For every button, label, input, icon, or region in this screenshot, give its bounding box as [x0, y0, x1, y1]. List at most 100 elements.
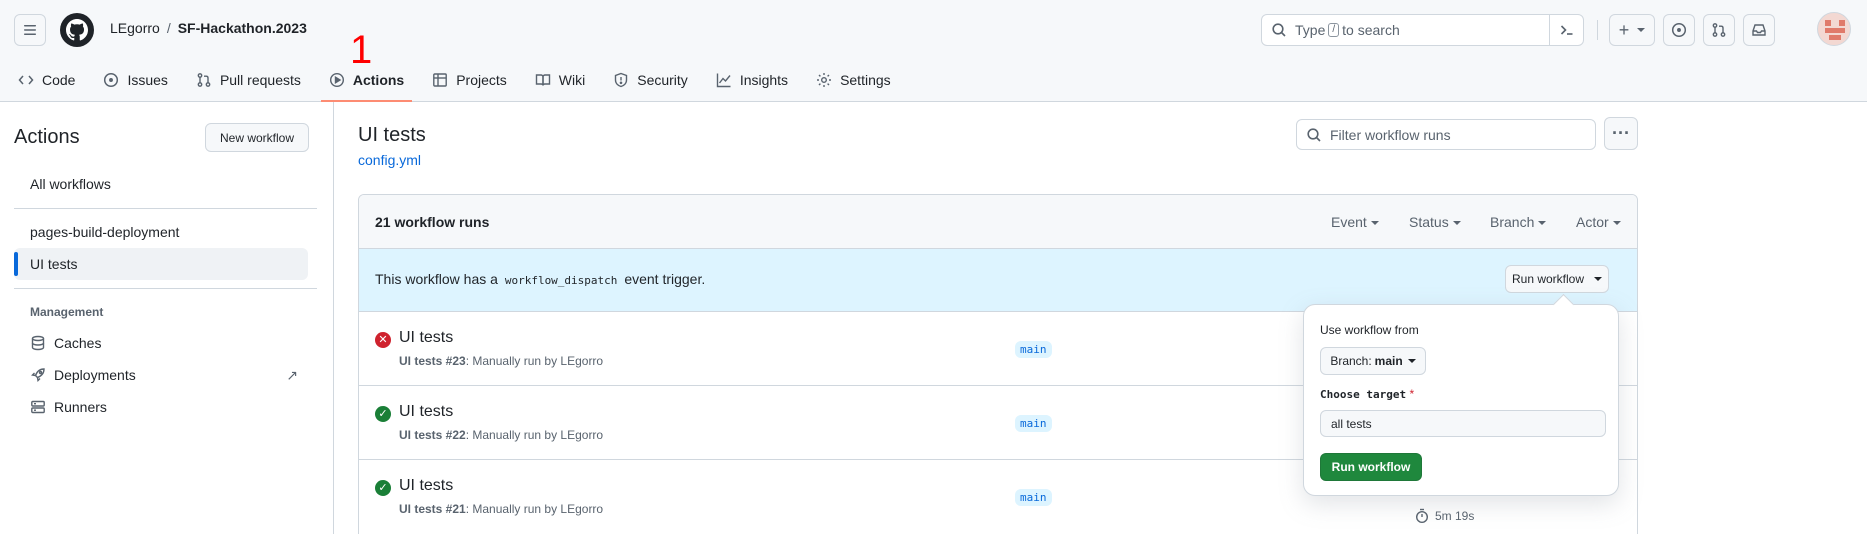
- repo-link[interactable]: SF-Hackathon.2023: [178, 20, 307, 36]
- play-icon: [329, 72, 344, 88]
- run-workflow-label: Run workflow: [1511, 272, 1585, 286]
- github-logo-icon[interactable]: [60, 13, 94, 47]
- tab-security-label: Security: [637, 72, 688, 88]
- tab-settings-label: Settings: [840, 72, 891, 88]
- search-placeholder-suffix: to search: [1342, 22, 1400, 38]
- workflows-sidebar: Actions New workflow All workflows pages…: [0, 102, 334, 534]
- branch-label[interactable]: main: [1015, 341, 1052, 358]
- database-icon: [31, 335, 45, 351]
- event-filter-label: Event: [1331, 214, 1367, 230]
- tab-security[interactable]: Security: [603, 60, 698, 100]
- run-subtitle: UI tests #21: Manually run by LEgorro: [399, 502, 603, 516]
- sidebar-item-label: pages-build-deployment: [30, 224, 180, 240]
- sidebar-item-all-workflows[interactable]: All workflows: [14, 168, 308, 200]
- tab-settings[interactable]: Settings: [806, 60, 901, 100]
- tab-code-label: Code: [42, 72, 76, 88]
- gear-icon: [817, 73, 832, 87]
- run-duration: 5m 19s: [1414, 508, 1474, 524]
- run-title[interactable]: UI tests: [399, 329, 453, 347]
- dispatch-text-after: event trigger.: [624, 271, 706, 287]
- branch-filter-dropdown[interactable]: Branch: [1490, 214, 1547, 230]
- issue-icon: [104, 72, 119, 88]
- new-workflow-button[interactable]: New workflow: [205, 123, 309, 152]
- tab-wiki[interactable]: Wiki: [525, 60, 595, 100]
- sidebar-divider: [14, 208, 317, 209]
- run-workflow-submit-button[interactable]: Run workflow: [1320, 453, 1422, 481]
- run-number: UI tests #22: [399, 428, 466, 442]
- run-title[interactable]: UI tests: [399, 477, 453, 495]
- sidebar-item-caches[interactable]: Caches: [14, 327, 308, 359]
- chevron-down-icon: [1407, 359, 1416, 363]
- run-detail: : Manually run by LEgorro: [465, 502, 604, 516]
- workflow-file-link[interactable]: config.yml: [358, 152, 421, 168]
- search-icon: [1307, 127, 1321, 142]
- tab-pull-requests[interactable]: Pull requests: [186, 60, 311, 100]
- run-title[interactable]: UI tests: [399, 403, 453, 421]
- pull-request-icon: [1712, 23, 1726, 37]
- management-heading: Management: [30, 305, 104, 319]
- run-workflow-popover: Use workflow from Branch: main Choose tar…: [1303, 304, 1619, 496]
- inbox-button[interactable]: [1743, 14, 1775, 46]
- header-divider: [1597, 20, 1598, 40]
- avatar[interactable]: [1817, 12, 1851, 46]
- run-subtitle: UI tests #22: Manually run by LEgorro: [399, 428, 603, 442]
- run-number: UI tests #21: [399, 502, 466, 516]
- target-input-value: all tests: [1331, 416, 1372, 431]
- create-new-button[interactable]: +: [1609, 14, 1655, 46]
- menu-button[interactable]: [14, 14, 46, 46]
- event-filter-dropdown[interactable]: Event: [1331, 214, 1379, 230]
- run-detail: : Manually run by LEgorro: [465, 354, 604, 368]
- chevron-down-icon: [1538, 221, 1547, 226]
- more-options-button[interactable]: ···: [1604, 117, 1638, 150]
- command-palette-button[interactable]: [1549, 15, 1583, 45]
- owner-link[interactable]: LEgorro: [110, 20, 160, 36]
- run-detail: : Manually run by LEgorro: [465, 428, 604, 442]
- actor-filter-label: Actor: [1576, 214, 1609, 230]
- branch-select-value: main: [1374, 354, 1403, 368]
- run-subtitle: UI tests #23: Manually run by LEgorro: [399, 354, 603, 368]
- hamburger-icon: [24, 25, 36, 35]
- run-workflow-dropdown-button[interactable]: Run workflow: [1505, 265, 1609, 293]
- sidebar-item-deployments[interactable]: Deployments ↗: [14, 359, 308, 391]
- target-input[interactable]: all tests: [1320, 410, 1606, 437]
- filter-placeholder: Filter workflow runs: [1330, 126, 1451, 143]
- search-placeholder-prefix: Type: [1295, 22, 1326, 38]
- sidebar-item-pages-build-deployment[interactable]: pages-build-deployment: [14, 216, 308, 248]
- terminal-icon: [1560, 25, 1572, 35]
- tab-actions-label: Actions: [352, 72, 405, 88]
- sidebar-item-ui-tests[interactable]: UI tests: [14, 248, 308, 280]
- issue-icon: [1671, 22, 1687, 38]
- tab-wiki-label: Wiki: [558, 72, 586, 88]
- pull-requests-button[interactable]: [1703, 14, 1735, 46]
- server-icon: [31, 400, 45, 414]
- tab-projects-label: Projects: [456, 72, 507, 88]
- run-number: UI tests #23: [399, 354, 466, 368]
- code-icon: [18, 75, 34, 85]
- branch-select-button[interactable]: Branch: main: [1320, 347, 1426, 375]
- tab-code[interactable]: Code: [8, 60, 85, 100]
- search-icon: [1272, 23, 1286, 37]
- choose-target-text: Choose target: [1320, 388, 1407, 401]
- actor-filter-dropdown[interactable]: Actor: [1576, 214, 1621, 230]
- branch-label[interactable]: main: [1015, 415, 1052, 432]
- choose-target-label: Choose target *: [1320, 387, 1414, 401]
- sidebar-item-label: All workflows: [30, 176, 111, 192]
- pull-request-icon: [197, 73, 211, 87]
- filter-workflow-runs-input[interactable]: Filter workflow runs: [1296, 119, 1596, 150]
- branch-label[interactable]: main: [1015, 489, 1052, 506]
- tab-pull-requests-label: Pull requests: [219, 72, 301, 88]
- chevron-down-icon: [1594, 277, 1603, 281]
- tab-insights[interactable]: Insights: [706, 60, 798, 100]
- sidebar-item-runners[interactable]: Runners: [14, 391, 308, 423]
- chevron-down-icon: [1370, 221, 1379, 226]
- status-filter-dropdown[interactable]: Status: [1409, 214, 1461, 230]
- tab-issues[interactable]: Issues: [93, 60, 177, 100]
- tab-projects[interactable]: Projects: [422, 60, 517, 100]
- global-search-input[interactable]: Type / to search: [1261, 14, 1584, 46]
- failure-status-icon: ✕: [375, 332, 391, 348]
- chevron-down-icon: [1637, 28, 1646, 32]
- dispatch-text-before: This workflow has a: [375, 271, 498, 287]
- branch-select-prefix: Branch:: [1330, 354, 1372, 368]
- issues-button[interactable]: [1663, 14, 1695, 46]
- success-status-icon: ✓: [375, 406, 391, 422]
